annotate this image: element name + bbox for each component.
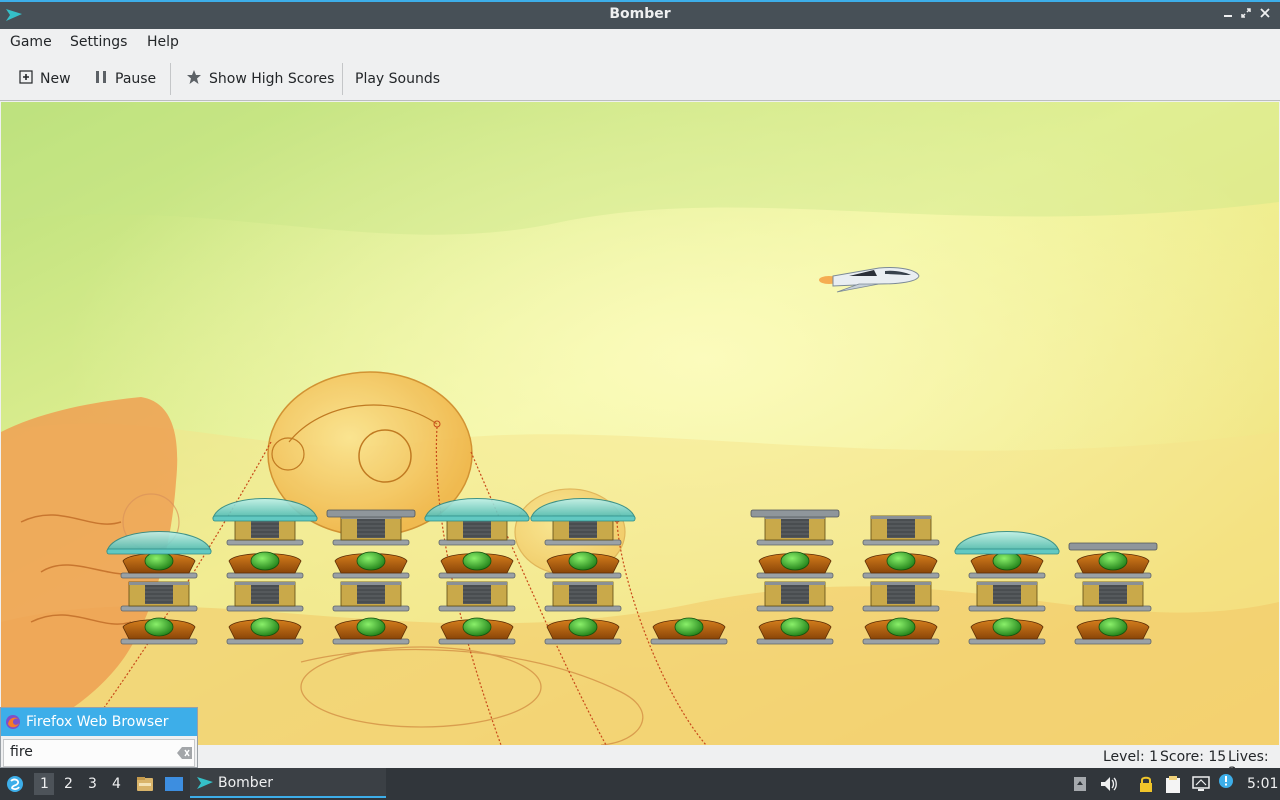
building-floor-pod: [438, 551, 516, 579]
menu-game[interactable]: Game: [10, 34, 52, 50]
building-floor-pod: [226, 617, 304, 645]
play-sounds-toggle[interactable]: Play Sounds: [355, 65, 440, 93]
lock-icon[interactable]: [1138, 776, 1154, 792]
building-floor-cage: [862, 515, 940, 546]
new-game-label: New: [40, 71, 71, 87]
building-floor-pod: [650, 617, 728, 645]
building-roof-flat: [326, 509, 416, 518]
building-floor-pod: [862, 617, 940, 645]
desktop-4[interactable]: 4: [112, 776, 121, 792]
building: [650, 617, 728, 645]
play-sounds-label: Play Sounds: [355, 71, 441, 87]
building-floor-cage: [1074, 581, 1152, 612]
building-floor-pod: [756, 551, 834, 579]
building-floor-pod: [438, 617, 516, 645]
building-floor-cage: [756, 581, 834, 612]
toolbar-separator: [342, 63, 343, 95]
desktop-3[interactable]: 3: [88, 776, 97, 792]
building-roof-flat: [1068, 542, 1158, 551]
building-floor-cage: [332, 581, 410, 612]
building-floor-cage: [332, 515, 410, 546]
building-floor-pod: [1074, 551, 1152, 579]
launcher-popup: Firefox Web Browser: [0, 707, 198, 768]
clear-icon[interactable]: [177, 746, 193, 764]
minimize-icon[interactable]: [1219, 6, 1237, 24]
taskbar-task-bomber[interactable]: Bomber: [190, 768, 386, 798]
launcher-result-label: Firefox Web Browser: [26, 714, 169, 730]
star-icon: [186, 69, 209, 89]
game-area[interactable]: [1, 102, 1279, 745]
launcher-search-input[interactable]: [10, 744, 160, 760]
building-floor-cage: [862, 581, 940, 612]
app-menu-icon[interactable]: [6, 775, 24, 797]
building-floor-pod: [756, 617, 834, 645]
notification-icon[interactable]: [1218, 773, 1234, 789]
firefox-icon: [5, 714, 21, 730]
building-floor-cage: [226, 581, 304, 612]
window-title: Bomber: [609, 6, 671, 22]
pause-button[interactable]: Pause: [94, 65, 156, 93]
new-game-button[interactable]: New: [19, 65, 71, 93]
building-floor-cage: [544, 581, 622, 612]
building-floor-pod: [862, 551, 940, 579]
taskbar-task-label: Bomber: [218, 775, 274, 791]
level-indicator: Level: 1: [1103, 749, 1159, 765]
building-floor-pod: [332, 617, 410, 645]
building-floor-pod: [968, 551, 1046, 579]
volume-icon[interactable]: [1100, 776, 1117, 792]
restore-icon[interactable]: [1237, 6, 1255, 24]
building-floor-pod: [332, 551, 410, 579]
building-floor-pod: [544, 551, 622, 579]
close-icon[interactable]: [1256, 6, 1274, 24]
launcher-search-field[interactable]: [3, 739, 195, 767]
menu-help[interactable]: Help: [147, 34, 179, 50]
clipboard-icon[interactable]: [1164, 776, 1180, 793]
building-floor-cage: [756, 515, 834, 546]
desktop-1[interactable]: 1: [40, 776, 49, 792]
toolbar: New Pause Show High Scores Play Sounds: [0, 57, 1280, 101]
clock: 5:01: [1247, 776, 1279, 792]
building-floor-cage: [120, 581, 198, 612]
building-floor-pod: [120, 551, 198, 579]
taskbar: 1 2 3 4 Bomber 5:01: [0, 768, 1280, 800]
building-floor-pod: [120, 617, 198, 645]
high-scores-button[interactable]: Show High Scores: [186, 65, 334, 93]
menu-settings[interactable]: Settings: [70, 34, 127, 50]
high-scores-label: Show High Scores: [209, 71, 335, 87]
game-scene: [1, 102, 1279, 745]
desktop-icon[interactable]: [164, 775, 184, 797]
launcher-result-firefox[interactable]: Firefox Web Browser: [1, 708, 197, 736]
toolbar-separator: [170, 63, 171, 95]
file-manager-icon[interactable]: [136, 775, 154, 797]
building-floor-pod: [226, 551, 304, 579]
building-floor-cage: [438, 581, 516, 612]
pause-icon: [94, 70, 115, 88]
building-floor-pod: [1074, 617, 1152, 645]
desktop-2[interactable]: 2: [64, 776, 73, 792]
building-floor-pod: [544, 617, 622, 645]
network-icon[interactable]: [1192, 776, 1210, 792]
building-floor-cage: [968, 581, 1046, 612]
building-roof-flat: [750, 509, 840, 518]
menu-bar: Game Settings Help: [0, 29, 1280, 57]
bomber-app-icon: [197, 776, 213, 794]
pause-label: Pause: [115, 71, 157, 87]
title-bar: Bomber: [0, 0, 1280, 29]
building-floor-pod: [968, 617, 1046, 645]
new-game-icon: [19, 70, 40, 88]
score-indicator: Score: 15: [1160, 749, 1227, 765]
tray-show-icon[interactable]: [1072, 776, 1088, 792]
